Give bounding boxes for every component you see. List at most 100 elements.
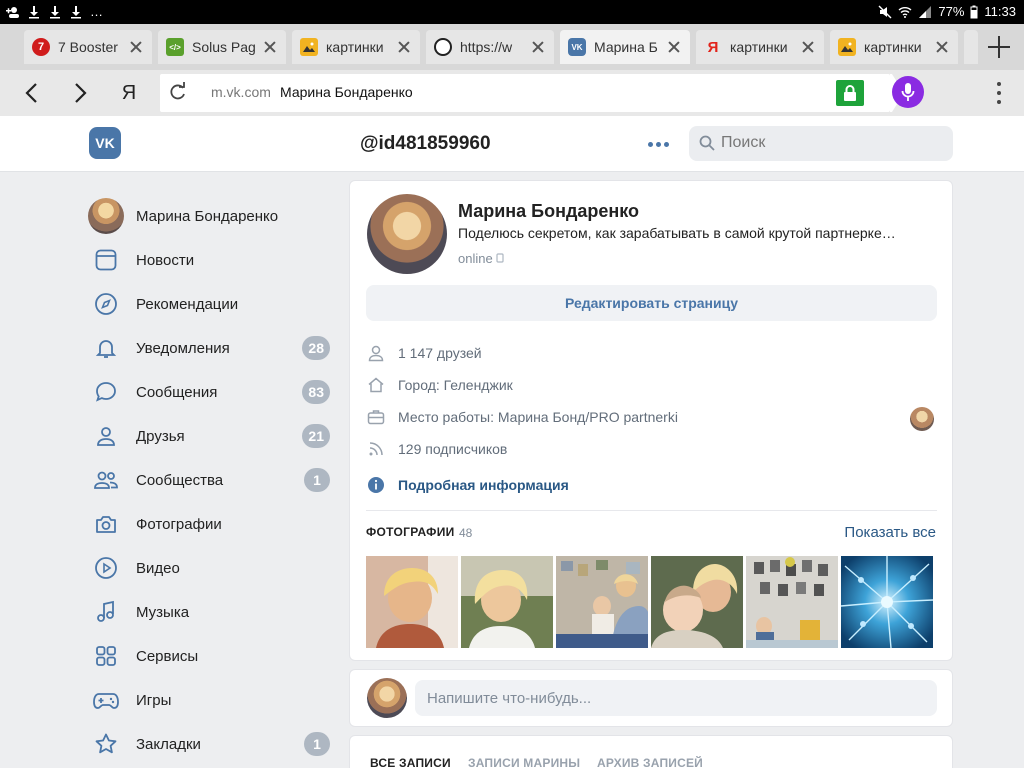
close-tab-icon[interactable] [800, 39, 816, 55]
work-avatar[interactable] [910, 407, 934, 431]
search-box[interactable] [689, 126, 953, 161]
vk-favicon-icon: VK [568, 38, 586, 56]
sidebar-item-recommendations[interactable]: Рекомендации [84, 286, 334, 322]
grid-icon [92, 642, 120, 670]
compass-icon [92, 290, 120, 318]
sidebar-item-friends[interactable]: Друзья 21 [84, 418, 334, 454]
sidebar-item-label: Сообщения [136, 383, 218, 401]
browser-tab[interactable]: Я картинки [696, 30, 824, 64]
close-tab-icon[interactable] [262, 39, 278, 55]
sidebar-item-label: Уведомления [136, 339, 230, 357]
sidebar-item-notifications[interactable]: Уведомления 28 [84, 330, 334, 366]
more-actions-icon[interactable] [648, 142, 669, 147]
search-input[interactable] [721, 133, 941, 153]
message-count-badge: 83 [302, 380, 330, 404]
browser-tab[interactable]: картинки [830, 30, 958, 64]
photo-thumbnail[interactable] [556, 556, 652, 648]
tab-all-posts[interactable]: ВСЕ ЗАПИСИ [370, 756, 451, 768]
divider [366, 510, 937, 511]
signal-icon [919, 5, 932, 18]
sidebar-item-photos[interactable]: Фотографии [84, 506, 334, 542]
sidebar-item-label: Закладки [136, 735, 201, 753]
browser-tab[interactable]: https://w [426, 30, 554, 64]
news-icon [92, 246, 120, 274]
browser-tab-partial[interactable] [964, 30, 978, 64]
sidebar-item-music[interactable]: Музыка [84, 594, 334, 630]
rss-icon [366, 439, 386, 459]
photo-thumbnail[interactable] [651, 556, 743, 648]
clock: 11:33 [984, 4, 1016, 19]
followers-count: 129 подписчиков [398, 441, 508, 457]
tab-title: https://w [460, 39, 513, 55]
work-text: Место работы: Марина Бонд/PRO partnerki [398, 409, 678, 425]
friends-count: 1 147 друзей [398, 345, 482, 361]
vk-logo[interactable]: VK [89, 127, 121, 159]
post-input-field[interactable] [415, 680, 937, 716]
download-icon [71, 5, 81, 18]
more-info-link[interactable]: Подробная информация [366, 473, 569, 497]
info-icon [366, 475, 386, 495]
tab-archive-posts[interactable]: АРХИВ ЗАПИСЕЙ [597, 756, 703, 768]
url-domain: m.vk.com [211, 84, 271, 100]
sidebar-item-news[interactable]: Новости [84, 242, 334, 278]
photo-thumbnail[interactable] [840, 556, 934, 649]
sidebar-item-video[interactable]: Видео [84, 550, 334, 586]
communities-count-badge: 1 [304, 468, 330, 492]
more-info-label: Подробная информация [398, 477, 569, 493]
sidebar-item-label: Новости [136, 251, 195, 269]
lock-icon[interactable] [836, 80, 864, 106]
info-work[interactable]: Место работы: Марина Бонд/PRO partnerki [366, 405, 678, 429]
close-tab-icon[interactable] [934, 39, 950, 55]
battery-percent: 77% [938, 4, 965, 19]
browser-tab[interactable]: 7 7 Booster [24, 30, 152, 64]
yandex-home-button[interactable]: Я [116, 80, 142, 106]
photos-title[interactable]: ФОТОГРАФИИ [366, 525, 455, 539]
search-icon [699, 135, 715, 151]
profile-status[interactable]: Поделюсь секретом, как зарабатывать в са… [458, 225, 938, 241]
sidebar-item-messages[interactable]: Сообщения 83 [84, 374, 334, 410]
sidebar-item-bookmarks[interactable]: Закладки 1 [84, 726, 334, 762]
new-tab-icon[interactable] [988, 36, 1010, 58]
sidebar-item-games[interactable]: Игры [84, 682, 334, 718]
bell-icon [92, 334, 120, 362]
microphone-icon[interactable] [892, 76, 924, 108]
sidebar-item-label: Фотографии [136, 515, 222, 533]
tab-title: Марина Б [594, 39, 658, 55]
info-followers[interactable]: 129 подписчиков [366, 437, 507, 461]
sidebar-item-services[interactable]: Сервисы [84, 638, 334, 674]
browser-tab[interactable]: </> Solus Pag [158, 30, 286, 64]
image-icon [838, 38, 856, 56]
close-tab-icon[interactable] [530, 39, 546, 55]
info-friends[interactable]: 1 147 друзей [366, 341, 482, 365]
show-all-photos-link[interactable]: Показать все [844, 524, 936, 541]
close-tab-icon[interactable] [666, 39, 682, 55]
photo-thumbnail[interactable] [366, 556, 458, 648]
sidebar-item-label: Игры [136, 691, 172, 709]
photo-portrait [366, 556, 458, 648]
browser-tab[interactable]: картинки [292, 30, 420, 64]
photos-count: 48 [459, 526, 473, 540]
sidebar-item-label: Сообщества [136, 471, 224, 489]
tab-title: 7 Booster [58, 39, 118, 55]
sidebar-item-profile[interactable]: Марина Бондаренко [84, 198, 334, 234]
sidebar-item-communities[interactable]: Сообщества 1 [84, 462, 334, 498]
edit-page-button[interactable]: Редактировать страницу [366, 285, 937, 321]
photo-thumbnail[interactable] [461, 556, 553, 648]
profile-card: Марина Бондаренко Поделюсь секретом, как… [349, 180, 953, 661]
close-tab-icon[interactable] [396, 39, 412, 55]
profile-avatar[interactable] [367, 194, 447, 274]
forward-arrow-icon[interactable] [68, 80, 94, 106]
address-bar[interactable]: m.vk.com Марина Бондаренко [160, 74, 890, 112]
photo-child-wall [746, 556, 838, 648]
profile-name: Марина Бондаренко [458, 201, 640, 221]
tab-owner-posts[interactable]: ЗАПИСИ МАРИНЫ [468, 756, 580, 768]
reload-icon[interactable] [168, 82, 188, 102]
avatar [367, 678, 407, 718]
photo-thumbnail[interactable] [746, 556, 838, 648]
sidebar-item-label: Музыка [136, 603, 190, 621]
post-input[interactable] [427, 688, 927, 708]
browser-tab-active[interactable]: VK Марина Б [560, 30, 690, 64]
close-tab-icon[interactable] [128, 39, 144, 55]
back-arrow-icon[interactable] [18, 80, 44, 106]
browser-menu-icon[interactable] [996, 82, 1002, 104]
